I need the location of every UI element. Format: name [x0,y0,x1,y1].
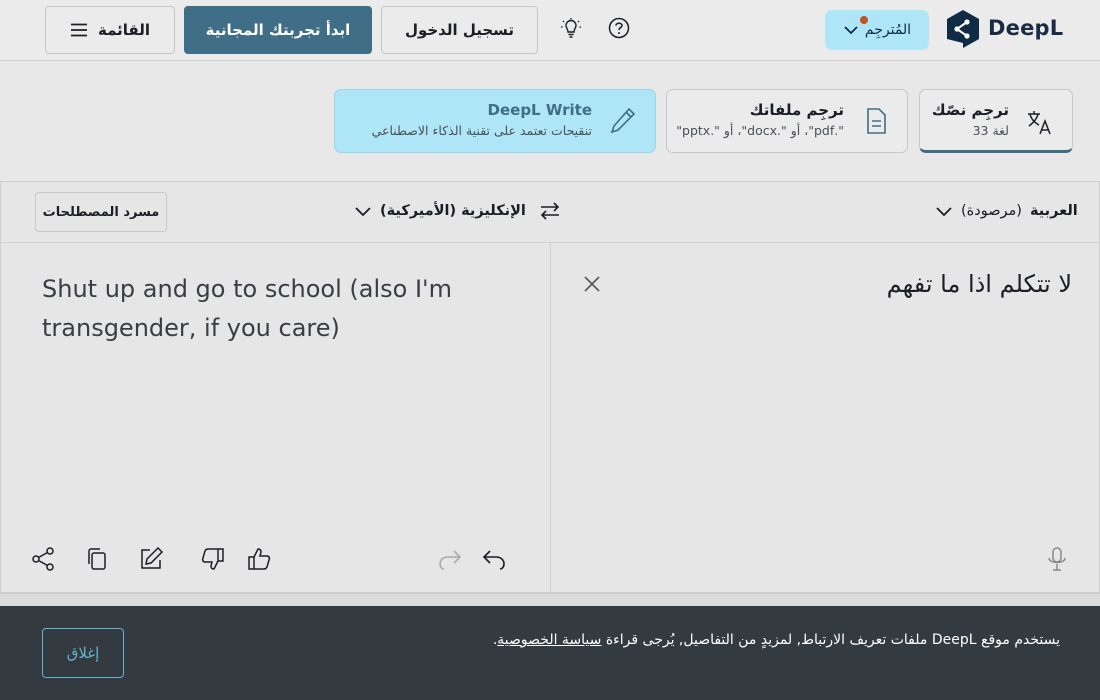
translator-dropdown[interactable]: المُترجِم [825,10,929,50]
notification-dot [860,16,868,24]
panel-bottom-strip [0,593,1100,606]
translate-icon [1028,111,1051,135]
tab-translate-files-subtitle: ".pdf"، أو ".docx"، أو ".pptx" [676,123,844,138]
tab-translate-text-title: ترجِم نصّك [931,101,1009,119]
copy-icon[interactable] [84,546,110,572]
lightbulb-icon[interactable] [560,17,582,39]
thumbs-up-icon[interactable] [246,546,272,572]
menu-label: القائمة [98,21,150,39]
microphone-icon[interactable] [1046,546,1068,572]
undo-icon[interactable] [481,546,507,572]
cookie-close-button[interactable]: إغلاق [42,628,124,678]
cookie-message: يستخدم موقع DeepL ملفات تعريف الارتباط, … [493,632,1060,648]
chevron-down-icon [355,207,371,217]
source-text-input[interactable]: لا تتكلم اذا ما تفهم [620,270,1072,298]
deepl-logo-icon[interactable] [945,9,981,49]
source-language-selector[interactable]: (مرصودة) العربية [935,202,1078,220]
chevron-down-icon [844,26,858,35]
brand-name[interactable]: DeepL [988,16,1063,40]
start-free-trial-button[interactable]: ابدأ تجربتك المجانية [184,6,372,54]
hamburger-icon [71,23,87,37]
tab-deepl-write[interactable]: DeepL Write تنقيحات تعتمد على تقنية الذك… [334,89,656,153]
tab-translate-text-subtitle: 33 لغة [972,123,1009,138]
edit-icon[interactable] [138,546,164,572]
tab-translate-text[interactable]: ترجِم نصّك 33 لغة [919,89,1073,153]
share-icon[interactable] [30,546,56,572]
source-language-note: (مرصودة) [961,203,1022,219]
privacy-policy-link[interactable]: سياسة الخصوصية [497,632,601,648]
target-language-label: الإنكليزية (الأميركية) [380,203,526,219]
document-icon [867,108,886,134]
thumbs-down-icon[interactable] [200,546,226,572]
cookie-banner [0,606,1100,700]
tab-deepl-write-title: DeepL Write [487,101,592,119]
translation-output[interactable]: Shut up and go to school (also I'm trans… [42,270,512,348]
swap-languages-icon[interactable] [538,199,562,223]
close-icon[interactable] [582,274,602,294]
login-button[interactable]: تسجيل الدخول [381,6,538,54]
translator-label: المُترجِم [864,22,912,38]
target-language-selector[interactable]: الإنكليزية (الأميركية) [354,202,526,220]
cookie-text: يستخدم موقع DeepL ملفات تعريف الارتباط, … [605,632,1060,648]
tab-translate-files[interactable]: ترجِم ملفاتك ".pdf"، أو ".docx"، أو ".pp… [666,89,908,153]
source-language-label: العربية [1029,203,1078,219]
pencil-icon [610,107,636,134]
glossary-button[interactable]: مسرد المصطلحات [35,192,167,232]
chevron-down-icon [936,207,952,217]
panel-divider [550,243,551,593]
redo-icon[interactable] [437,546,463,572]
tab-deepl-write-subtitle: تنقيحات تعتمد على تقنية الذكاء الاصطناعي [371,123,592,138]
tab-translate-files-title: ترجِم ملفاتك [749,101,844,119]
help-icon[interactable] [608,17,630,39]
menu-button[interactable]: القائمة [45,6,175,54]
